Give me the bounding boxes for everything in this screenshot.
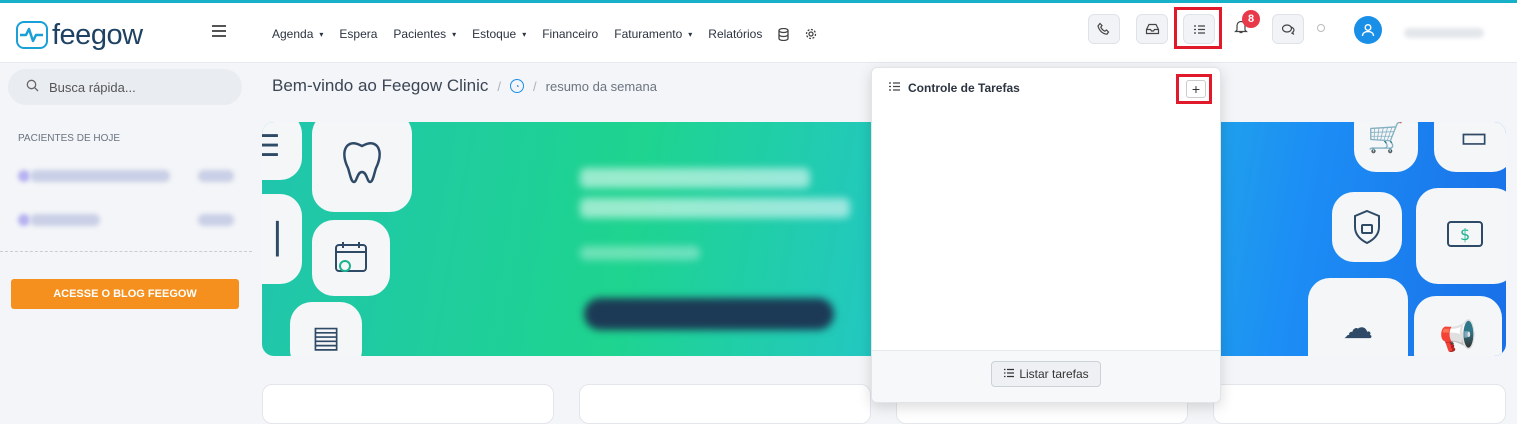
nav-label: Espera	[339, 27, 378, 41]
chart-icon: ▕	[262, 194, 302, 284]
list-tasks-button[interactable]: Listar tarefas	[991, 361, 1101, 387]
report-icon: ▤	[290, 302, 362, 356]
nav-label: Financeiro	[542, 27, 599, 41]
patient-time-blurred	[198, 170, 234, 182]
sidebar-divider	[0, 251, 252, 252]
tasks-popup-footer: Listar tarefas	[872, 350, 1220, 402]
breadcrumb-current: resumo da semana	[545, 78, 657, 94]
tooth-icon	[312, 122, 412, 212]
chevron-down-icon: ▾	[452, 29, 457, 39]
nav-item-faturamento[interactable]: Faturamento ▾	[614, 27, 692, 41]
chevron-down-icon: ▾	[688, 29, 693, 39]
cart-icon: 🛒	[1354, 122, 1418, 172]
banner-headline-blurred	[580, 168, 810, 188]
nav-item-pacientes[interactable]: Pacientes ▾	[393, 27, 456, 41]
megaphone-icon: 📢	[1414, 296, 1502, 356]
heartbeat-logo-icon	[16, 21, 48, 49]
search-icon	[26, 79, 39, 95]
nav-item-agenda[interactable]: Agenda ▾	[272, 27, 323, 41]
patient-status-dot	[18, 214, 30, 226]
search-placeholder: Busca rápida...	[49, 79, 136, 95]
list-icon	[1003, 367, 1015, 381]
breadcrumb-separator: /	[533, 78, 537, 94]
breadcrumb: Bem-vindo ao Feegow Clinic / ◔ / resumo …	[272, 76, 657, 96]
status-dot-icon	[1317, 24, 1325, 32]
lock-shield-icon	[1332, 192, 1402, 262]
summary-card	[579, 384, 871, 424]
patient-status-dot	[18, 170, 30, 182]
tasks-popup: Controle de Tarefas Listar tarefas	[871, 67, 1221, 403]
chevron-down-icon: ▾	[319, 29, 324, 39]
svg-text:$: $	[1460, 225, 1470, 244]
list-tasks-label: Listar tarefas	[1019, 367, 1089, 381]
banner-cta-button[interactable]	[584, 298, 834, 330]
nav-item-financeiro[interactable]: Financeiro	[542, 27, 598, 41]
tasks-popup-header: Controle de Tarefas	[888, 81, 1020, 95]
highlight-task-button	[1174, 7, 1222, 49]
task-list-icon	[888, 81, 901, 95]
banner-text-blurred	[580, 246, 700, 260]
dashboard-icon[interactable]: ◔	[510, 79, 525, 93]
feegow-logo[interactable]: feegow	[16, 19, 143, 51]
nav-label: Pacientes	[393, 27, 447, 41]
monitor-user-icon: ▭	[1434, 122, 1506, 172]
nav-label: Estoque	[472, 27, 517, 41]
payment-dollar-icon: $	[1416, 188, 1506, 284]
breadcrumb-separator: /	[497, 78, 502, 94]
phone-icon[interactable]	[1088, 14, 1120, 44]
user-avatar-icon[interactable]	[1354, 16, 1382, 44]
banner-subheadline-blurred	[580, 198, 850, 218]
patients-today-title: PACIENTES DE HOJE	[18, 133, 121, 144]
summary-card	[262, 384, 554, 424]
document-icon: ☰	[262, 122, 302, 180]
settings-gear-icon[interactable]	[805, 28, 817, 40]
notification-badge: 8	[1242, 10, 1260, 28]
highlight-add-task	[1176, 74, 1212, 104]
nav-label: Faturamento	[614, 27, 683, 41]
main-nav: Agenda ▾ Espera Pacientes ▾ Estoque ▾ Finan…	[272, 27, 833, 41]
quick-search-input[interactable]: Busca rápida...	[8, 69, 242, 105]
user-name-blurred[interactable]	[1404, 28, 1484, 38]
chat-icon[interactable]	[1272, 14, 1304, 44]
sidebar: Busca rápida... PACIENTES DE HOJE ACESSE…	[0, 63, 252, 413]
summary-card	[1213, 384, 1506, 424]
patient-entry-blurred[interactable]	[30, 170, 170, 182]
menu-toggle-icon[interactable]	[212, 25, 226, 37]
page-title: Bem-vindo ao Feegow Clinic	[272, 76, 489, 95]
nav-item-espera[interactable]: Espera	[339, 27, 377, 41]
nav-item-relatorios[interactable]: Relatórios	[708, 27, 762, 41]
chevron-down-icon: ▾	[522, 29, 527, 39]
nav-item-estoque[interactable]: Estoque ▾	[472, 27, 526, 41]
brand-name: feegow	[52, 19, 143, 51]
patient-time-blurred	[198, 214, 234, 226]
cloud-lock-icon: ☁	[1308, 278, 1408, 356]
inbox-icon[interactable]	[1136, 14, 1168, 44]
nav-label: Agenda	[272, 27, 314, 41]
calendar-check-icon	[312, 220, 390, 296]
nav-label: Relatórios	[708, 27, 763, 41]
database-icon[interactable]	[778, 27, 789, 41]
blog-button[interactable]: ACESSE O BLOG FEEGOW	[11, 279, 239, 309]
tasks-popup-title: Controle de Tarefas	[908, 81, 1020, 95]
patient-entry-blurred[interactable]	[30, 214, 100, 226]
